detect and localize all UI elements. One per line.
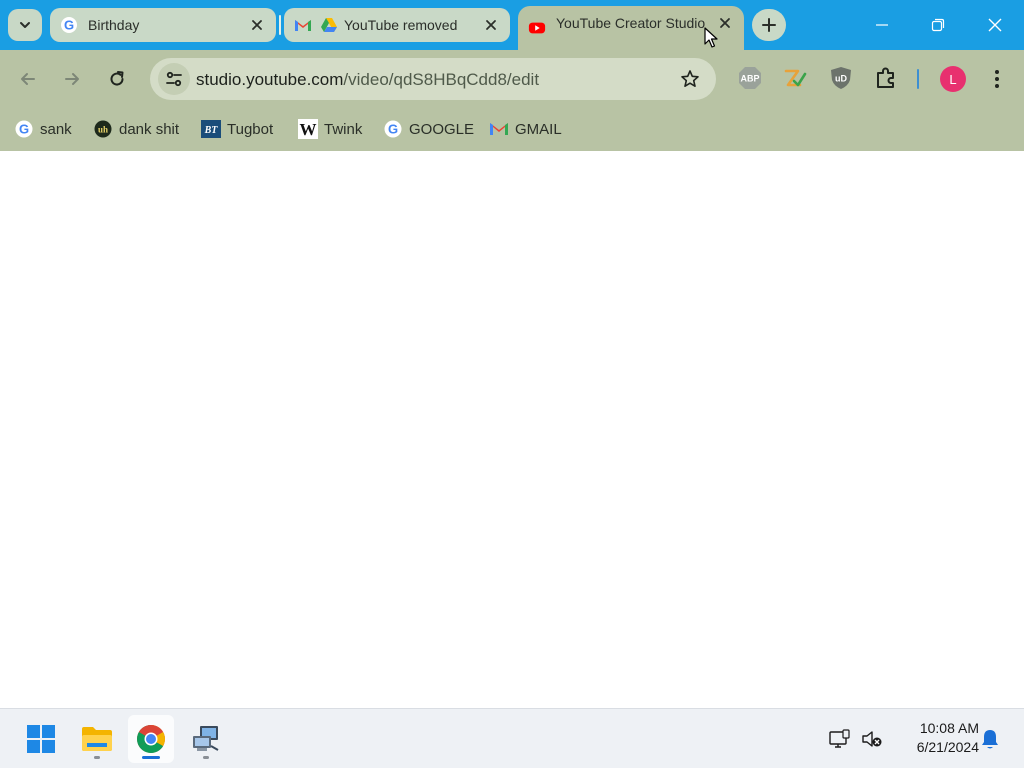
tab-separator — [279, 15, 281, 35]
new-tab-button[interactable] — [752, 9, 786, 41]
close-icon[interactable] — [248, 16, 266, 34]
clock-time: 10:08 AM — [919, 720, 979, 736]
page-content — [0, 151, 1024, 708]
active-indicator — [142, 756, 160, 759]
restore-icon — [931, 18, 945, 32]
tune-icon — [166, 71, 182, 87]
taskbar-network-app[interactable] — [183, 715, 229, 763]
tab-title: YouTube Creator Studio — [556, 15, 706, 31]
svg-text:G: G — [388, 122, 398, 137]
tab-birthday[interactable]: G Birthday — [50, 8, 276, 42]
tab-title: Birthday — [88, 17, 140, 33]
extensions-puzzle-icon[interactable] — [873, 65, 899, 91]
taskbar: 10:08 AM 6/21/2024 — [0, 708, 1024, 768]
running-indicator — [203, 756, 209, 759]
url-host: studio.youtube.com — [196, 70, 344, 89]
reload-button[interactable] — [101, 63, 133, 95]
taskbar-chrome[interactable] — [128, 715, 174, 763]
svg-text:ABP: ABP — [740, 74, 759, 84]
bookmark-twink[interactable]: W Twink — [298, 116, 362, 142]
arrow-left-icon — [21, 73, 35, 85]
bookmark-tugbot[interactable]: BT Tugbot — [201, 116, 273, 142]
gmail-icon — [489, 119, 509, 139]
site-info-button[interactable] — [158, 63, 190, 95]
tugbot-icon: BT — [201, 119, 221, 139]
reload-icon — [110, 71, 124, 86]
google-g-icon: G — [383, 119, 403, 139]
more-vert-icon — [995, 70, 999, 88]
forward-button[interactable] — [56, 63, 88, 95]
profile-avatar[interactable]: L — [940, 66, 966, 92]
close-icon[interactable] — [716, 14, 734, 32]
bookmark-google[interactable]: G GOOGLE — [383, 116, 474, 142]
tab-search-button[interactable] — [8, 9, 42, 41]
adblock-plus-icon[interactable]: ABP — [737, 65, 763, 91]
minimize-button[interactable] — [853, 0, 911, 50]
dank-shit-icon: uh — [93, 119, 113, 139]
google-g-icon: G — [60, 16, 78, 34]
chevron-down-icon — [20, 22, 30, 28]
network-computer-icon — [193, 726, 219, 751]
star-icon — [681, 70, 699, 87]
chrome-icon — [137, 725, 165, 753]
bookmarks-bar: G sank uh dank shit BT Tugbot W Twink G … — [0, 108, 1024, 151]
windows-start-icon — [27, 725, 55, 753]
clock-date: 6/21/2024 — [916, 739, 979, 755]
bookmark-label: Tugbot — [227, 120, 274, 138]
tab-strip: G Birthday YouTube removed YouTube Creat… — [0, 0, 1024, 50]
svg-text:G: G — [64, 18, 74, 33]
svg-text:uh: uh — [98, 125, 108, 135]
tab-youtube-removed[interactable]: YouTube removed — [284, 8, 510, 42]
bookmark-sank[interactable]: G sank — [14, 116, 72, 142]
tab-title: YouTube removed — [344, 17, 458, 33]
file-explorer-icon — [82, 727, 112, 751]
arrow-right-icon — [65, 73, 79, 85]
notification-bell-icon[interactable] — [978, 727, 1002, 751]
bookmark-dank-shit[interactable]: uh dank shit — [93, 116, 179, 142]
bookmark-label: GOOGLE — [409, 120, 475, 138]
browser-toolbar: studio.youtube.com/video/qdS8HBqCdd8/edi… — [0, 50, 1024, 108]
bookmark-star-button[interactable] — [678, 67, 702, 91]
close-icon[interactable] — [482, 16, 500, 34]
bookmark-label: GMAIL — [515, 120, 562, 138]
url-path: /video/qdS8HBqCdd8/edit — [343, 70, 540, 89]
back-button[interactable] — [12, 63, 44, 95]
volume-muted-icon[interactable] — [860, 727, 884, 751]
close-icon — [988, 18, 1002, 32]
running-indicator — [94, 756, 100, 759]
bookmark-label: Twink — [324, 120, 363, 138]
mouse-cursor-icon — [704, 27, 718, 48]
plus-icon — [762, 18, 776, 32]
url-text[interactable]: studio.youtube.com/video/qdS8HBqCdd8/edi… — [196, 70, 539, 90]
gmail-icon — [294, 16, 312, 34]
google-g-icon: G — [14, 119, 34, 139]
svg-text:W: W — [300, 120, 317, 139]
tray-display-icon[interactable] — [828, 727, 852, 751]
address-bar[interactable]: studio.youtube.com/video/qdS8HBqCdd8/edi… — [150, 58, 716, 100]
toolbar-divider — [917, 69, 919, 89]
taskbar-file-explorer[interactable] — [74, 715, 120, 763]
google-drive-icon — [320, 16, 338, 34]
svg-text:G: G — [19, 122, 29, 137]
menu-button[interactable] — [981, 63, 1013, 95]
bookmark-gmail[interactable]: GMAIL — [489, 116, 562, 142]
youtube-icon — [528, 19, 546, 37]
ublock-origin-icon[interactable]: uD — [828, 65, 854, 91]
system-clock[interactable]: 10:08 AM 6/21/2024 — [893, 719, 979, 757]
bookmark-label: dank shit — [119, 120, 180, 138]
grammarly-check-icon[interactable] — [782, 65, 808, 91]
bookmark-label: sank — [40, 120, 72, 138]
wikipedia-w-icon: W — [298, 119, 318, 139]
close-window-button[interactable] — [966, 0, 1024, 50]
svg-text:BT: BT — [204, 125, 219, 136]
minimize-icon — [876, 24, 888, 26]
svg-text:uD: uD — [835, 74, 847, 84]
restore-button[interactable] — [909, 0, 967, 50]
start-button[interactable] — [18, 715, 64, 763]
